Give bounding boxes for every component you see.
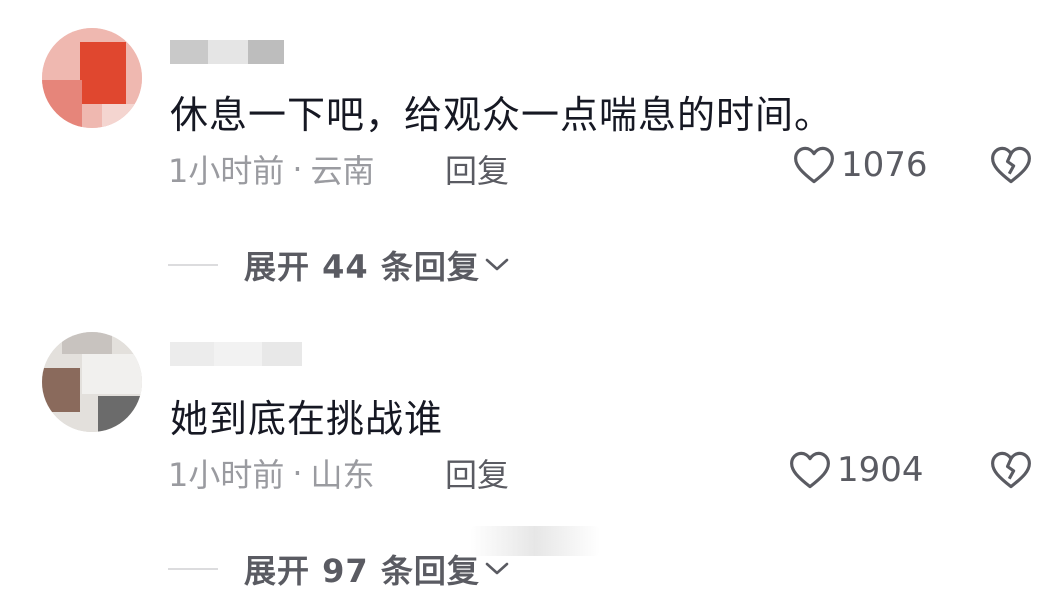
avatar[interactable] (42, 28, 142, 128)
heart-outline-icon (794, 146, 834, 184)
like-count: 1076 (841, 145, 928, 185)
expand-replies-label: 展开 44 条回复 (244, 248, 480, 286)
comment-time: 1小时前 (168, 152, 285, 190)
heart-outline-icon (790, 451, 830, 489)
expand-replies-button[interactable]: 展开 97 条回复 (168, 546, 510, 592)
comment-meta: 1小时前 · 山东 (168, 450, 375, 496)
reply-button[interactable]: 回复 (445, 146, 509, 192)
username-blurred[interactable] (170, 40, 284, 64)
chevron-down-icon (485, 562, 509, 575)
like-count: 1904 (837, 450, 924, 490)
dislike-button[interactable] (990, 145, 1032, 189)
comment-text: 休息一下吧，给观众一点喘息的时间。 (170, 93, 834, 137)
like-button[interactable]: 1076 (793, 145, 928, 185)
meta-separator: · (292, 454, 303, 492)
dislike-button[interactable] (990, 450, 1032, 494)
comment-location: 山东 (310, 456, 375, 494)
broken-heart-icon (991, 451, 1031, 489)
broken-heart-icon (991, 146, 1031, 184)
divider-line (168, 264, 218, 266)
username-blurred[interactable] (170, 342, 302, 366)
comment-text: 她到底在挑战谁 (170, 397, 444, 441)
comment-location: 云南 (310, 152, 375, 190)
like-button[interactable]: 1904 (789, 450, 924, 490)
reply-button[interactable]: 回复 (445, 450, 509, 496)
chevron-down-icon (485, 258, 509, 271)
expand-replies-label: 展开 97 条回复 (244, 552, 480, 590)
expand-replies-button[interactable]: 展开 44 条回复 (168, 242, 510, 288)
comment-meta: 1小时前 · 云南 (168, 146, 375, 192)
watermark-overlay (470, 526, 600, 556)
divider-line (168, 568, 218, 570)
meta-separator: · (292, 150, 303, 188)
comment-time: 1小时前 (168, 456, 285, 494)
avatar[interactable] (42, 332, 142, 432)
